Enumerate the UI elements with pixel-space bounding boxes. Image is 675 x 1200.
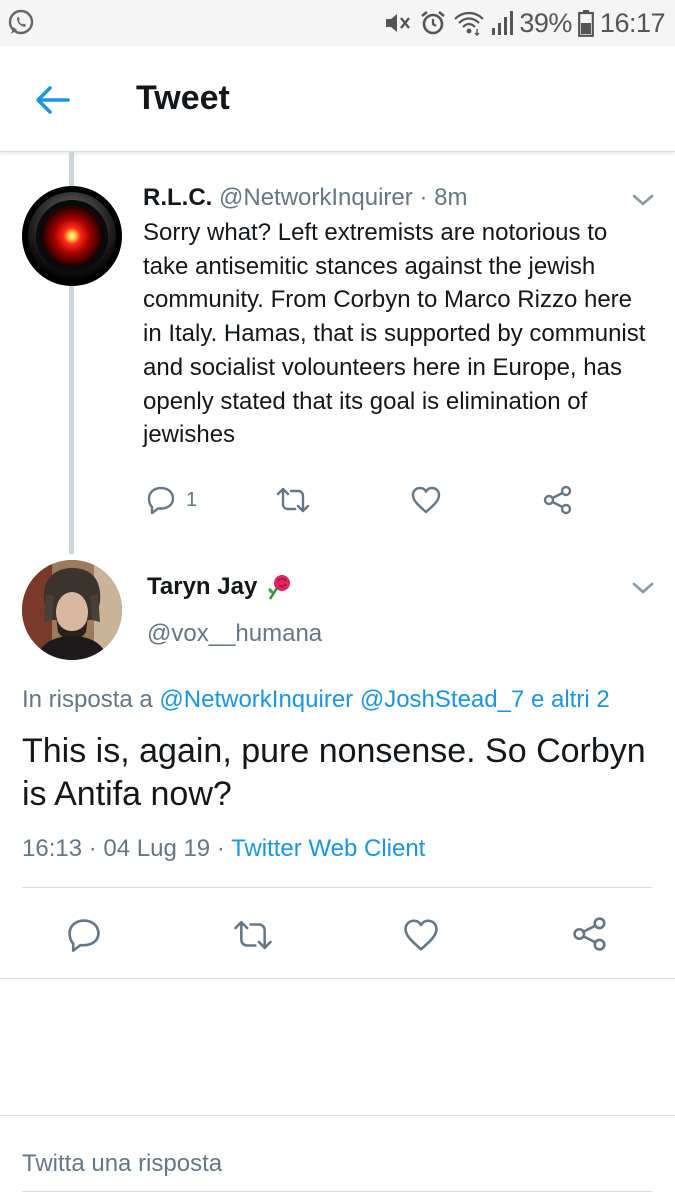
back-button[interactable] bbox=[30, 78, 74, 122]
retweet-button[interactable] bbox=[232, 917, 274, 953]
profile-photo bbox=[22, 560, 122, 660]
battery-percent: 39% bbox=[519, 7, 572, 38]
retweet-icon bbox=[276, 487, 310, 513]
reply-composer bbox=[0, 1115, 675, 1200]
share-button[interactable] bbox=[571, 915, 609, 953]
rose-icon bbox=[268, 575, 291, 600]
like-button[interactable] bbox=[410, 485, 442, 515]
reply-input[interactable] bbox=[22, 1146, 652, 1182]
chevron-down-icon bbox=[632, 582, 654, 594]
reply-icon bbox=[68, 919, 100, 952]
parent-tweet-text: Sorry what? Left extremists are notoriou… bbox=[143, 219, 646, 449]
reply-icon bbox=[147, 486, 175, 515]
divider bbox=[0, 978, 675, 979]
separator-dot: · bbox=[419, 184, 428, 211]
battery-icon bbox=[578, 10, 594, 37]
main-tweet-text: This is, again, pure nonsense. So Corbyn… bbox=[22, 732, 646, 813]
reply-to-users-link[interactable]: @NetworkInquirer @JoshStead_7 e altri 2 bbox=[159, 686, 609, 713]
reply-input-underline bbox=[22, 1191, 652, 1192]
share-icon bbox=[543, 485, 572, 515]
tweet-timestamp-row: 16:13 · 04 Lug 19 · Twitter Web Client bbox=[22, 835, 425, 863]
app-header: Tweet bbox=[0, 46, 675, 152]
status-bar: 39% 16:17 bbox=[0, 0, 675, 46]
reply-button[interactable]: 1 bbox=[146, 485, 197, 515]
share-button[interactable] bbox=[542, 484, 574, 516]
mute-icon bbox=[386, 14, 411, 32]
avatar[interactable] bbox=[22, 560, 122, 660]
clock: 16:17 bbox=[599, 7, 666, 38]
hal-eye-avatar-image bbox=[22, 186, 122, 286]
wifi-icon bbox=[454, 11, 485, 36]
heart-icon bbox=[411, 486, 441, 514]
reply-context: In risposta a @NetworkInquirer @JoshStea… bbox=[22, 686, 610, 714]
author-name[interactable]: R.L.C. bbox=[143, 184, 212, 211]
reply-prefix: In risposta a bbox=[22, 686, 153, 713]
parent-tweet-menu-button[interactable] bbox=[630, 190, 656, 210]
reply-button[interactable] bbox=[66, 917, 102, 953]
parent-tweet-header: R.L.C. @NetworkInquirer · 8m bbox=[143, 184, 467, 212]
client-link[interactable]: Twitter Web Client bbox=[231, 835, 425, 862]
divider bbox=[22, 887, 652, 888]
main-tweet-menu-button[interactable] bbox=[630, 578, 656, 598]
retweet-icon bbox=[234, 920, 272, 950]
tweet-time: 8m bbox=[434, 184, 468, 211]
chevron-down-icon bbox=[632, 194, 654, 206]
share-icon bbox=[573, 917, 606, 951]
status-icons: 39% 16:17 bbox=[383, 6, 666, 40]
retweet-button[interactable] bbox=[275, 485, 311, 515]
author-handle[interactable]: @vox__humana bbox=[147, 620, 322, 648]
signal-icon bbox=[492, 11, 514, 35]
author-handle[interactable]: @NetworkInquirer bbox=[219, 184, 413, 211]
page-title: Tweet bbox=[136, 79, 230, 117]
author-name[interactable]: Taryn Jay bbox=[147, 573, 257, 601]
back-arrow-icon bbox=[36, 86, 70, 114]
like-button[interactable] bbox=[402, 917, 440, 953]
alarm-icon bbox=[421, 10, 446, 35]
heart-icon bbox=[404, 919, 438, 951]
reply-count: 1 bbox=[186, 488, 198, 511]
avatar[interactable] bbox=[22, 186, 122, 286]
main-tweet-author: Taryn Jay bbox=[147, 572, 295, 602]
tweet-timestamp: 16:13 · 04 Lug 19 · bbox=[22, 835, 232, 862]
whatsapp-icon bbox=[6, 8, 36, 38]
